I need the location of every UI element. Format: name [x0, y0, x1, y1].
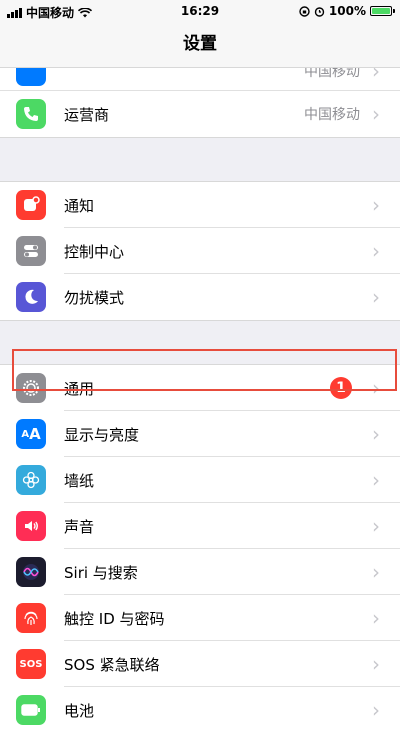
row-label: Siri 与搜索 — [64, 563, 138, 582]
orientation-lock-icon — [299, 5, 310, 17]
settings-row-general[interactable]: 通用 1 › — [0, 365, 400, 411]
battery-icon — [370, 6, 395, 16]
text-size-icon: AA — [16, 419, 46, 449]
speaker-icon — [16, 511, 46, 541]
row-label: 显示与亮度 — [64, 425, 140, 444]
section-spacer — [0, 137, 400, 182]
chevron-right-icon: › — [372, 376, 380, 400]
flower-icon — [16, 465, 46, 495]
toggle-icon — [16, 236, 46, 266]
fingerprint-icon — [16, 603, 46, 633]
app-icon — [16, 68, 46, 86]
list-item-partial[interactable]: 中国移动 › — [0, 68, 400, 90]
phone-icon — [16, 99, 46, 129]
chevron-right-icon: › — [372, 68, 380, 83]
chevron-right-icon: › — [372, 285, 380, 309]
settings-row-control-center[interactable]: 控制中心 › — [0, 228, 400, 274]
row-detail: 中国移动 — [304, 107, 360, 123]
chevron-right-icon: › — [372, 239, 380, 263]
settings-row-sos[interactable]: SOS SOS 紧急联络 › — [0, 641, 400, 687]
battery-percent: 100% — [328, 4, 366, 18]
chevron-right-icon: › — [372, 514, 380, 538]
row-detail: 中国移动 — [304, 68, 360, 80]
settings-row-siri[interactable]: Siri 与搜索 › — [0, 549, 400, 595]
notification-icon — [16, 190, 46, 220]
chevron-right-icon: › — [372, 422, 380, 446]
section-spacer — [0, 320, 400, 365]
page-title: 设置 — [0, 22, 400, 68]
chevron-right-icon: › — [372, 652, 380, 676]
chevron-right-icon: › — [372, 698, 380, 722]
settings-row-carrier[interactable]: 运营商 中国移动 › — [0, 91, 400, 137]
chevron-right-icon: › — [372, 193, 380, 217]
sos-icon: SOS — [16, 649, 46, 679]
chevron-right-icon: › — [372, 102, 380, 126]
settings-row-dnd[interactable]: 勿扰模式 › — [0, 274, 400, 320]
gear-icon — [16, 373, 46, 403]
row-label: 运营商 — [64, 105, 110, 124]
moon-icon — [16, 282, 46, 312]
status-bar: 中国移动 16:29 100% — [0, 0, 400, 22]
alarm-icon — [314, 6, 325, 17]
row-label: 通用 — [64, 379, 95, 398]
row-label: 电池 — [64, 701, 95, 720]
settings-row-display[interactable]: AA 显示与亮度 › — [0, 411, 400, 457]
chevron-right-icon: › — [372, 468, 380, 492]
notification-badge: 1 — [330, 377, 352, 399]
chevron-right-icon: › — [372, 560, 380, 584]
chevron-right-icon: › — [372, 606, 380, 630]
battery-icon — [16, 695, 46, 725]
row-label: 墙纸 — [64, 471, 95, 490]
settings-row-battery[interactable]: 电池 › — [0, 687, 400, 733]
row-label: 触控 ID 与密码 — [64, 609, 165, 628]
row-label: 勿扰模式 — [64, 288, 125, 307]
row-label: 通知 — [64, 196, 95, 215]
settings-row-sounds[interactable]: 声音 › — [0, 503, 400, 549]
row-label: SOS 紧急联络 — [64, 655, 160, 674]
settings-row-wallpaper[interactable]: 墙纸 › — [0, 457, 400, 503]
status-right: 100% — [299, 4, 395, 18]
row-label: 控制中心 — [64, 242, 125, 261]
row-label: 声音 — [64, 517, 95, 536]
settings-row-touchid[interactable]: 触控 ID 与密码 › — [0, 595, 400, 641]
settings-row-notifications[interactable]: 通知 › — [0, 182, 400, 228]
siri-icon — [16, 557, 46, 587]
